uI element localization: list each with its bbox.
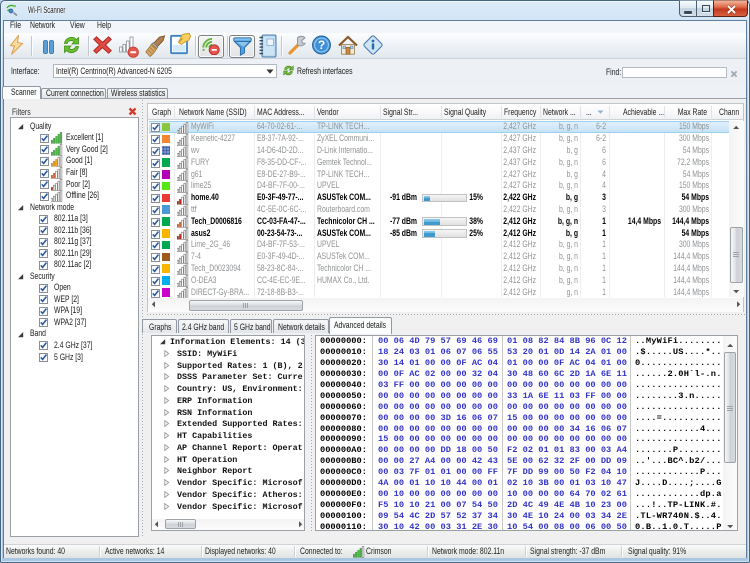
svg-text:?: ?	[318, 38, 325, 52]
